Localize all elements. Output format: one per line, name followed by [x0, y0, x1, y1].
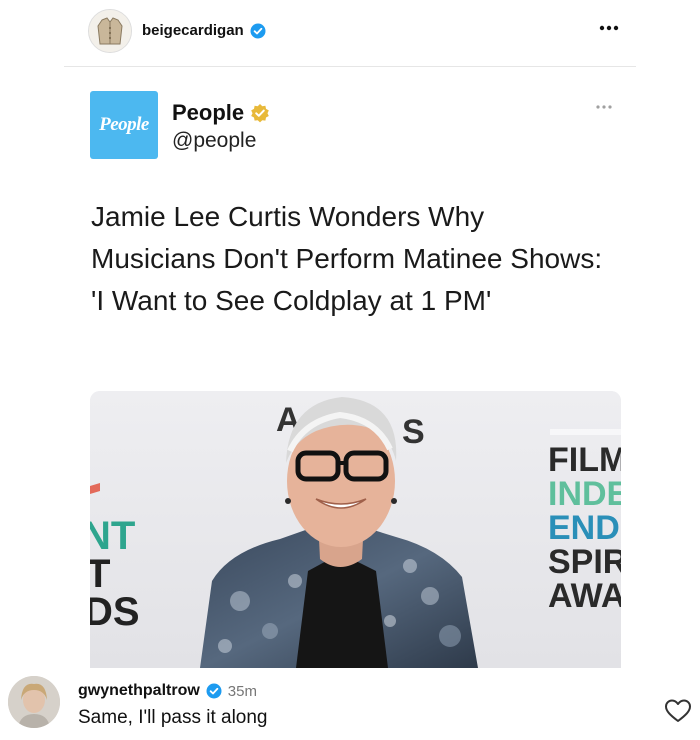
post-header: beigecardigan	[0, 0, 700, 66]
article-photo-image: NT T DS FILM INDE ENDI SPIR AWAI A S	[90, 391, 621, 668]
like-comment-button[interactable]	[664, 698, 692, 724]
user-avatar[interactable]	[88, 9, 132, 53]
backdrop-right-line-2: INDE	[548, 475, 621, 513]
embedded-more-button[interactable]	[594, 100, 614, 111]
post-username[interactable]: beigecardigan	[142, 22, 266, 39]
backdrop-right-line-3: ENDI	[548, 509, 621, 547]
embedded-author-label[interactable]: People	[172, 100, 244, 126]
verified-badge-icon	[206, 683, 222, 699]
embedded-author-name[interactable]: People	[172, 100, 270, 126]
embedded-headline: Jamie Lee Curtis Wonders Why Musicians D…	[91, 201, 603, 316]
people-logo-text: People	[99, 114, 149, 135]
backdrop-right-line-1: FILM	[548, 441, 621, 479]
more-options-button[interactable]	[596, 18, 622, 38]
more-horizontal-icon	[596, 105, 612, 109]
post-username-label[interactable]: beigecardigan	[142, 22, 244, 39]
people-logo[interactable]: People	[90, 91, 158, 159]
commenter-avatar[interactable]	[8, 676, 60, 728]
article-photo[interactable]: NT T DS FILM INDE ENDI SPIR AWAI A S	[90, 391, 621, 668]
svg-text:S: S	[402, 413, 425, 451]
comment-header: gwynethpaltrow 35m	[78, 682, 257, 700]
backdrop-right-line-4: SPIR	[548, 543, 621, 581]
heart-icon	[665, 699, 691, 722]
cardigan-avatar-icon	[89, 10, 131, 52]
commenter-photo-icon	[8, 676, 60, 728]
gold-verified-badge-icon	[251, 104, 269, 123]
comment-text: Same, I'll pass it along	[78, 707, 268, 728]
backdrop-right-line-5: AWAI	[548, 577, 621, 615]
embedded-author-handle[interactable]: @people	[172, 129, 256, 153]
commenter-username[interactable]: gwynethpaltrow	[78, 682, 200, 700]
verified-badge-icon	[250, 23, 266, 38]
comment-timestamp: 35m	[227, 682, 257, 700]
more-horizontal-icon	[599, 25, 619, 31]
backdrop-left-line-3: DS	[90, 590, 140, 634]
